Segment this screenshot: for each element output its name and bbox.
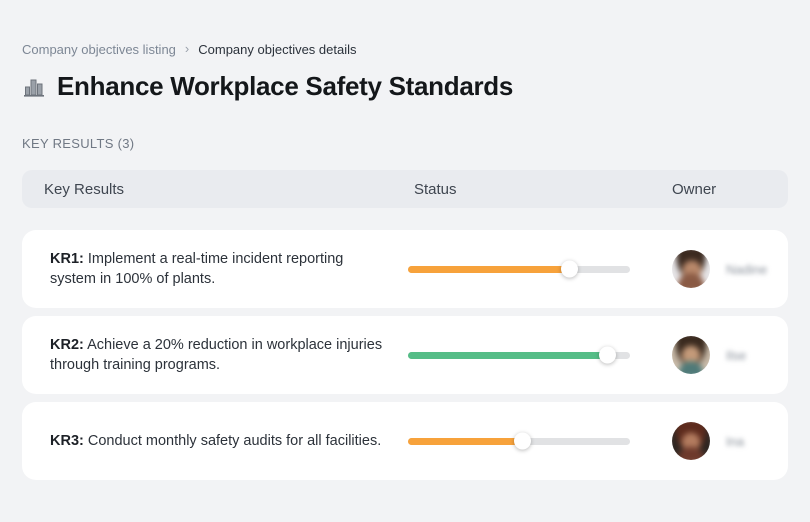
bar-chart-icon	[22, 75, 46, 99]
kr-id-label: KR1:	[50, 251, 84, 267]
avatar	[672, 250, 710, 288]
slider-knob[interactable]	[599, 347, 616, 364]
owner-cell: Ina	[650, 422, 788, 460]
kr-id-label: KR2:	[50, 337, 84, 353]
kr-text: Achieve a 20% reduction in workplace inj…	[50, 337, 382, 373]
owner-name: Ilse	[726, 348, 746, 363]
table-row[interactable]: KR1: Implement a real-time incident repo…	[22, 230, 788, 308]
key-results-count-label: KEY RESULTS (3)	[22, 136, 788, 151]
kr-id-label: KR3:	[50, 433, 84, 449]
table-row[interactable]: KR3: Conduct monthly safety audits for a…	[22, 402, 788, 480]
status-cell	[408, 352, 650, 359]
column-header-key-results: Key Results	[22, 181, 408, 198]
status-cell	[408, 266, 650, 273]
title-row: Enhance Workplace Safety Standards	[22, 71, 788, 102]
progress-fill	[408, 266, 570, 273]
kr-description: KR2: Achieve a 20% reduction in workplac…	[22, 335, 408, 375]
breadcrumb-item-listing[interactable]: Company objectives listing	[22, 42, 176, 57]
owner-cell: Nadine	[650, 250, 788, 288]
key-results-list: KR1: Implement a real-time incident repo…	[22, 230, 788, 480]
avatar	[672, 422, 710, 460]
owner-cell: Ilse	[650, 336, 788, 374]
progress-slider[interactable]	[408, 266, 630, 273]
slider-knob[interactable]	[514, 433, 531, 450]
page-content: Company objectives listing › Company obj…	[0, 42, 810, 480]
avatar	[672, 336, 710, 374]
kr-description: KR3: Conduct monthly safety audits for a…	[22, 431, 408, 451]
owner-name: Ina	[726, 434, 744, 449]
column-header-status: Status	[408, 181, 650, 198]
chevron-right-icon: ›	[185, 42, 189, 55]
kr-description: KR1: Implement a real-time incident repo…	[22, 249, 408, 289]
progress-slider[interactable]	[408, 352, 630, 359]
breadcrumb: Company objectives listing › Company obj…	[22, 42, 788, 57]
progress-slider[interactable]	[408, 438, 630, 445]
progress-fill	[408, 352, 608, 359]
owner-name: Nadine	[726, 262, 767, 277]
progress-fill	[408, 438, 523, 445]
kr-text: Implement a real-time incident reporting…	[50, 251, 343, 287]
page-title: Enhance Workplace Safety Standards	[57, 71, 513, 102]
table-header: Key Results Status Owner	[22, 170, 788, 208]
column-header-owner: Owner	[650, 181, 788, 198]
status-cell	[408, 438, 650, 445]
kr-text: Conduct monthly safety audits for all fa…	[88, 433, 381, 449]
breadcrumb-item-details: Company objectives details	[198, 42, 356, 57]
slider-knob[interactable]	[561, 261, 578, 278]
table-row[interactable]: KR2: Achieve a 20% reduction in workplac…	[22, 316, 788, 394]
